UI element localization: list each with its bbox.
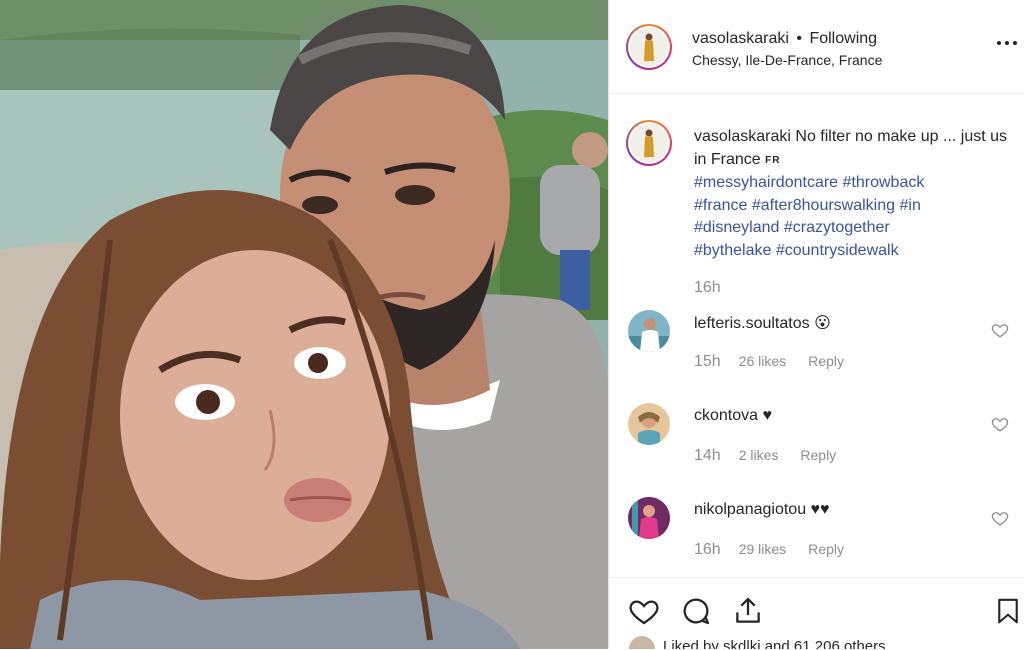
commenter-avatar[interactable]	[628, 497, 670, 539]
reply-button[interactable]: Reply	[808, 541, 844, 557]
comment-icon	[683, 598, 710, 625]
heart-icon[interactable]	[991, 415, 1009, 433]
hashtag-link[interactable]: #countrysidewalk	[776, 242, 899, 259]
comment-text: ♥♥	[810, 501, 830, 518]
comment-meta: 14h 2 likes Reply	[694, 447, 836, 465]
comment-text: 😮	[814, 315, 831, 332]
comment-time[interactable]: 15h	[694, 353, 721, 371]
post-caption: vasolaskaraki No filter no make up ... j…	[694, 126, 1014, 262]
heart-icon[interactable]	[991, 509, 1009, 527]
liker-avatar[interactable]	[629, 636, 655, 649]
comment-likes[interactable]: 29 likes	[739, 541, 786, 557]
commenter-avatar[interactable]	[628, 310, 670, 352]
comment-likes[interactable]: 26 likes	[739, 353, 786, 369]
liked-by-row: Liked by skdlkj and 61,206 others	[629, 636, 1024, 649]
post-sidebar: vasolaskaraki • Following Chessy, Ile-De…	[609, 0, 1024, 649]
comment-line: ckontova ♥	[694, 407, 772, 425]
comment-text: ♥	[762, 407, 773, 424]
reply-button[interactable]: Reply	[800, 447, 836, 463]
reply-button[interactable]: Reply	[808, 353, 844, 369]
like-button[interactable]	[627, 594, 661, 628]
comment-likes[interactable]: 2 likes	[739, 447, 779, 463]
comment-meta: 16h 29 likes Reply	[694, 541, 844, 559]
photo-illustration	[0, 0, 608, 649]
post-photo[interactable]	[0, 0, 608, 649]
heart-icon	[629, 600, 659, 625]
bookmark-icon	[998, 598, 1018, 624]
heart-icon[interactable]	[991, 321, 1009, 339]
comment-button[interactable]	[679, 594, 713, 628]
hashtag-link[interactable]: #after8hourswalking	[752, 197, 895, 214]
caption-timestamp[interactable]: 16h	[694, 279, 721, 297]
commenter-username[interactable]: nikolpanagiotou	[694, 501, 806, 518]
share-icon	[736, 597, 760, 623]
liked-by-text[interactable]: Liked by skdlkj and 61,206 others	[663, 638, 886, 649]
hashtag-link[interactable]: #bythelake	[694, 242, 771, 259]
share-button[interactable]	[731, 594, 765, 628]
commenter-avatar[interactable]	[628, 403, 670, 445]
hashtag-link[interactable]: #in	[899, 197, 920, 214]
hashtag-link[interactable]: #disneyland	[694, 219, 779, 236]
caption-avatar-image	[630, 124, 668, 162]
comment-time[interactable]: 14h	[694, 447, 721, 465]
comment-item: nikolpanagiotou ♥♥ 16h 29 likes Reply	[609, 0, 1024, 558]
flag-emoji: FR	[765, 154, 781, 166]
hashtag-link[interactable]: #throwback	[843, 174, 925, 191]
caption-username[interactable]: vasolaskaraki	[694, 128, 791, 145]
comment-line: lefteris.soultatos 😮	[694, 313, 831, 333]
commenter-username[interactable]: lefteris.soultatos	[694, 315, 810, 332]
caption-avatar[interactable]	[626, 120, 672, 166]
save-button[interactable]	[991, 594, 1024, 628]
comment-time[interactable]: 16h	[694, 541, 721, 559]
hashtag-link[interactable]: #crazytogether	[784, 219, 890, 236]
comment-line: nikolpanagiotou ♥♥	[694, 501, 830, 519]
commenter-username[interactable]: ckontova	[694, 407, 758, 424]
comment-meta: 15h 26 likes Reply	[694, 353, 844, 371]
hashtag-link[interactable]: #france	[694, 197, 747, 214]
hashtag-link[interactable]: #messyhairdontcare	[694, 174, 838, 191]
